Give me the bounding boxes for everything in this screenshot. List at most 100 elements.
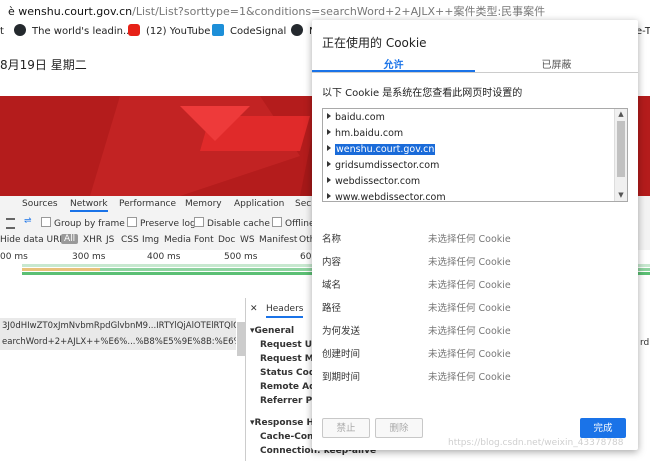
- waterfall-icon[interactable]: ⇌: [24, 216, 32, 226]
- tree-item-domain[interactable]: gridsumdissector.com: [327, 159, 439, 173]
- url-host: wenshu.court.gov.cn: [18, 5, 133, 18]
- active-tab-indicator: [312, 70, 475, 72]
- request-list: 3J0dHIwZT0xJmNvbmRpdGlvbnM9...IRTYlQjAlO…: [0, 298, 246, 461]
- tab-divider: [312, 72, 638, 73]
- page-date: 8月19日 星期二: [0, 58, 87, 72]
- tab-blocked[interactable]: 已屏蔽: [475, 56, 638, 72]
- scroll-down-icon[interactable]: ▼: [617, 191, 625, 199]
- block-button[interactable]: 禁止: [322, 418, 370, 438]
- filter-all[interactable]: All: [61, 234, 79, 244]
- hide-data-urls-option[interactable]: Hide data URLs: [0, 235, 69, 245]
- watermark: https://blog.csdn.net/weixin_43378788: [448, 438, 624, 448]
- github-icon: [291, 24, 303, 36]
- field-send-for-value: 未选择任何 Cookie: [428, 326, 511, 337]
- field-domain-value: 未选择任何 Cookie: [428, 280, 511, 291]
- cookies-dialog: 正在使用的 Cookie 允许 已屏蔽 以下 Cookie 是系统在您查看此网页…: [312, 20, 638, 450]
- bookmark-item[interactable]: t: [0, 24, 4, 40]
- filter-css[interactable]: CSS: [121, 235, 139, 245]
- field-expires-label: 到期时间: [322, 372, 361, 383]
- option-label: Disable cache: [207, 219, 270, 229]
- truncated-value: rd: [640, 338, 650, 348]
- delete-button[interactable]: 删除: [375, 418, 423, 438]
- preserve-log-checkbox[interactable]: [127, 217, 137, 227]
- timeline-tick: 400 ms: [147, 252, 181, 262]
- expand-arrow-icon[interactable]: [327, 177, 331, 183]
- scroll-thumb[interactable]: [617, 121, 625, 177]
- expand-arrow-icon[interactable]: [327, 113, 331, 119]
- filter-manifest[interactable]: Manifest: [259, 235, 297, 245]
- filter-media[interactable]: Media: [164, 235, 191, 245]
- view-list-icon[interactable]: [6, 218, 15, 229]
- bookmark-label: (12) YouTube: [146, 26, 211, 37]
- tab-network[interactable]: Network: [70, 199, 108, 212]
- table-row[interactable]: 3J0dHIwZT0xJmNvbmRpdGlvbnM9...IRTYlQjAlO…: [0, 318, 236, 334]
- domain-label: gridsumdissector.com: [335, 160, 440, 171]
- section-general[interactable]: ▾General: [250, 326, 294, 336]
- dialog-description: 以下 Cookie 是系统在您查看此网页时设置的: [322, 88, 523, 99]
- bookmark-label: e-T: [636, 26, 650, 37]
- offline-checkbox[interactable]: [272, 217, 282, 227]
- done-button[interactable]: 完成: [580, 418, 626, 438]
- field-domain-label: 域名: [322, 280, 342, 291]
- option-label: Offline: [285, 219, 315, 229]
- bookmark-item-right[interactable]: e-T: [636, 24, 650, 40]
- bookmark-youtube[interactable]: (12) YouTube: [128, 24, 210, 40]
- tree-item-domain[interactable]: baidu.com: [327, 111, 385, 125]
- tab-performance[interactable]: Performance: [119, 199, 176, 209]
- option-label: Preserve log: [140, 219, 196, 229]
- tree-scrollbar[interactable]: ▲ ▼: [614, 109, 627, 201]
- table-row[interactable]: earchWord+2+AJLX++%E6%...%B8%E5%9E%8B:%E…: [0, 334, 236, 350]
- filter-img[interactable]: Img: [142, 235, 159, 245]
- dialog-title: 正在使用的 Cookie: [322, 36, 427, 50]
- disable-cache-checkbox[interactable]: [194, 217, 204, 227]
- list-scrollbar[interactable]: [237, 322, 245, 356]
- field-created-label: 创建时间: [322, 349, 361, 360]
- expand-arrow-icon[interactable]: [327, 193, 331, 199]
- field-name-value: 未选择任何 Cookie: [428, 234, 511, 245]
- domain-label: www.webdissector.com: [335, 192, 446, 202]
- field-path-value: 未选择任何 Cookie: [428, 303, 511, 314]
- field-content-value: 未选择任何 Cookie: [428, 257, 511, 268]
- tree-item-domain[interactable]: webdissector.com: [327, 175, 420, 189]
- expand-arrow-icon[interactable]: [327, 129, 331, 135]
- address-bar[interactable]: è wenshu.court.gov.cn/List/List?sorttype…: [0, 0, 650, 21]
- field-send-for-label: 为何发送: [322, 326, 361, 337]
- offline-option[interactable]: Offline: [272, 217, 315, 229]
- url-text[interactable]: è wenshu.court.gov.cn/List/List?sorttype…: [8, 3, 545, 19]
- timeline-tick: 00 ms: [0, 252, 28, 262]
- filter-font[interactable]: Font: [194, 235, 214, 245]
- timeline-tick: 300 ms: [72, 252, 106, 262]
- field-created-value: 未选择任何 Cookie: [428, 349, 511, 360]
- tab-sources[interactable]: Sources: [22, 199, 58, 209]
- tab-memory[interactable]: Memory: [185, 199, 222, 209]
- scroll-up-icon[interactable]: ▲: [617, 110, 625, 118]
- domain-label: wenshu.court.gov.cn: [335, 144, 436, 155]
- tab-headers[interactable]: Headers: [266, 304, 304, 318]
- field-path-label: 路径: [322, 303, 342, 314]
- tree-item-domain[interactable]: www.webdissector.com: [327, 191, 446, 202]
- filter-js[interactable]: JS: [106, 235, 114, 245]
- group-by-frame-checkbox[interactable]: [41, 217, 51, 227]
- preserve-log-option[interactable]: Preserve log: [127, 217, 196, 229]
- close-icon[interactable]: ✕: [250, 304, 258, 314]
- bookmark-label: CodeSignal: [230, 26, 287, 37]
- filter-xhr[interactable]: XHR: [83, 235, 102, 245]
- url-prefix: è: [8, 5, 15, 18]
- tree-item-domain[interactable]: hm.baidu.com: [327, 127, 403, 141]
- bookmark-github[interactable]: The world's leadin...: [14, 24, 133, 40]
- expand-arrow-icon[interactable]: [327, 161, 331, 167]
- filter-ws[interactable]: WS: [240, 235, 255, 245]
- domain-label: webdissector.com: [335, 176, 421, 187]
- bookmark-codesignal[interactable]: CodeSignal: [212, 24, 286, 40]
- youtube-icon: [128, 24, 140, 36]
- filter-doc[interactable]: Doc: [218, 235, 235, 245]
- section-label: General: [254, 326, 295, 336]
- cookie-domain-tree[interactable]: baidu.com hm.baidu.com wenshu.court.gov.…: [322, 108, 628, 202]
- option-label: Group by frame: [54, 219, 125, 229]
- tree-item-domain-selected[interactable]: wenshu.court.gov.cn: [327, 143, 436, 157]
- disable-cache-option[interactable]: Disable cache: [194, 217, 270, 229]
- expand-arrow-icon[interactable]: [327, 145, 331, 151]
- tab-application[interactable]: Application: [234, 199, 284, 209]
- bookmark-label: The world's leadin...: [32, 26, 133, 37]
- group-by-frame-option[interactable]: Group by frame: [41, 217, 125, 229]
